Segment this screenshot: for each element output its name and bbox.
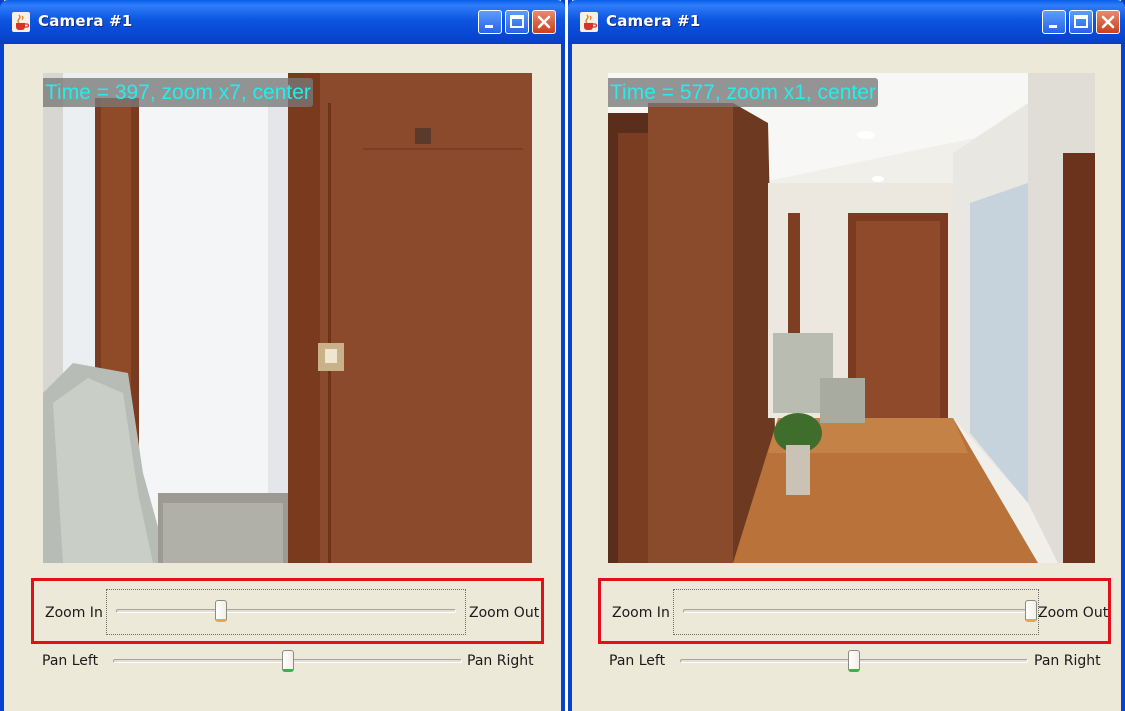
zoom-slider-thumb[interactable]	[1025, 600, 1037, 622]
minimize-icon	[1049, 25, 1057, 28]
overlay-status-text: Time = 577, zoom x1, center	[608, 78, 878, 107]
zoom-in-label: Zoom In	[612, 605, 670, 621]
zoom-out-label: Zoom Out	[469, 605, 540, 621]
maximize-button[interactable]	[505, 10, 529, 34]
zoom-control-highlight: Zoom In Zoom Out	[598, 578, 1111, 644]
camera-image	[43, 73, 532, 563]
pan-right-label: Pan Right	[1034, 653, 1101, 669]
minimize-icon	[485, 25, 493, 28]
pan-left-label: Pan Left	[609, 653, 666, 669]
camera-image	[608, 73, 1095, 563]
pan-slider-thumb[interactable]	[848, 650, 860, 672]
java-coffee-cup-icon	[580, 12, 598, 32]
zoom-in-label: Zoom In	[45, 605, 103, 621]
maximize-icon	[510, 15, 524, 28]
minimize-button[interactable]	[1042, 10, 1066, 34]
camera-view: Time = 577, zoom x1, center	[608, 73, 1095, 563]
zoom-control-highlight: Zoom In Zoom Out	[31, 578, 544, 644]
camera-window-left: Camera #1 Time = 397, zoom x7, center Zo…	[0, 0, 565, 711]
camera-window-right: Camera #1 Time = 577, zoom x1, center Zo…	[568, 0, 1125, 711]
camera-view: Time = 397, zoom x7, center	[43, 73, 532, 563]
window-title: Camera #1	[606, 12, 701, 30]
close-button[interactable]	[1096, 10, 1120, 34]
title-bar[interactable]: Camera #1	[0, 0, 565, 44]
zoom-out-label: Zoom Out	[1038, 605, 1109, 621]
window-title: Camera #1	[38, 12, 133, 30]
zoom-slider-thumb[interactable]	[215, 600, 228, 622]
zoom-slider-track[interactable]	[683, 609, 1031, 613]
overlay-status-text: Time = 397, zoom x7, center	[43, 78, 313, 107]
close-button[interactable]	[532, 10, 556, 34]
java-coffee-cup-icon	[12, 12, 30, 32]
title-bar[interactable]: Camera #1	[568, 0, 1125, 44]
pan-slider-thumb[interactable]	[281, 650, 294, 672]
zoom-slider-track[interactable]	[116, 609, 456, 613]
maximize-button[interactable]	[1069, 10, 1093, 34]
close-icon	[537, 15, 551, 29]
close-icon	[1101, 15, 1115, 29]
minimize-button[interactable]	[478, 10, 502, 34]
pan-left-label: Pan Left	[42, 653, 99, 669]
pan-right-label: Pan Right	[467, 653, 534, 669]
maximize-icon	[1074, 15, 1088, 28]
